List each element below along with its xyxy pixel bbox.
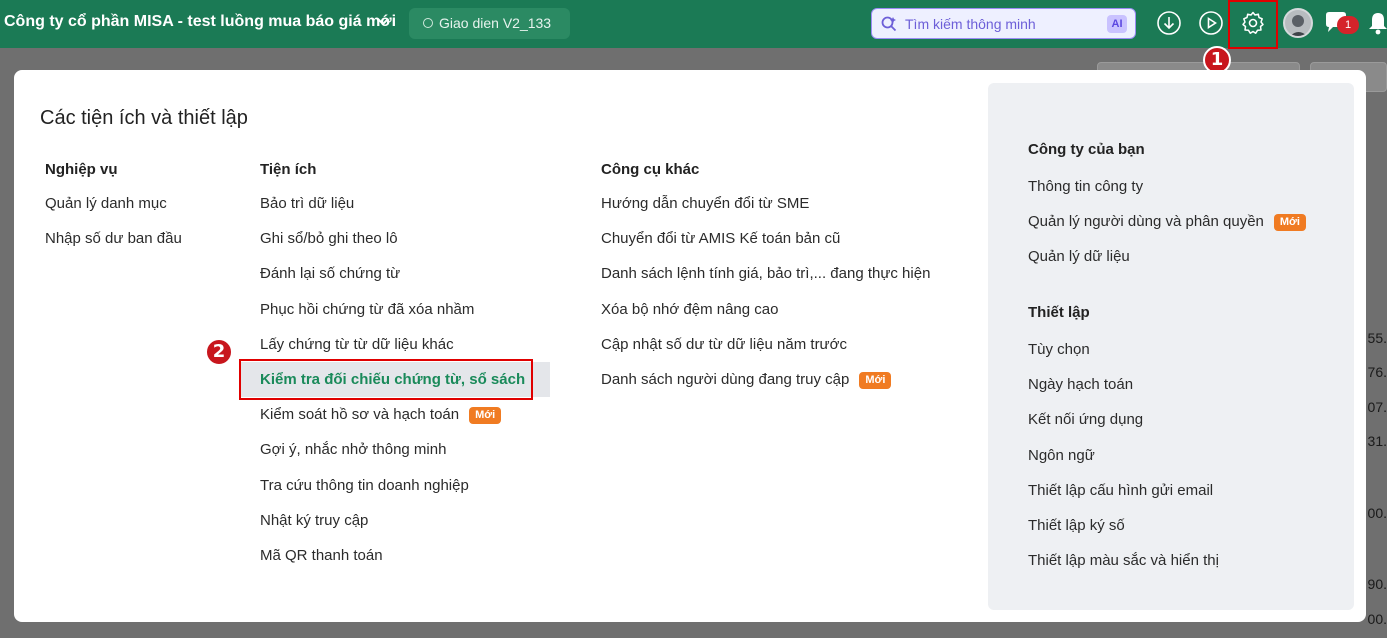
menu-item[interactable]: Nhật ký truy cập: [260, 512, 525, 548]
menu-item[interactable]: Quản lý danh mục: [45, 195, 182, 231]
menu-item-label: Kiểm soát hồ sơ và hạch toán: [260, 406, 460, 424]
menu-item[interactable]: Thiết lập ký số: [1028, 517, 1219, 553]
new-badge: Mới: [1273, 214, 1306, 232]
menu-item[interactable]: Bảo trì dữ liệu: [260, 195, 525, 231]
menu-item-label: Danh sách người dùng đang truy cập: [601, 370, 850, 388]
settings-section: Thiết lập Tùy chọn Ngày hạch toán Kết nố…: [1028, 305, 1219, 588]
top-bar: Công ty cổ phần MISA - test luồng mua bá…: [0, 0, 1387, 49]
column-tien-ich: Tiện ích Bảo trì dữ liệu Ghi sổ/bỏ ghi t…: [260, 162, 525, 583]
version-dot-icon: [423, 18, 433, 28]
section-heading: Thiết lập: [1028, 304, 1090, 321]
column-heading: Công cụ khác: [601, 161, 700, 178]
background-value: 07.: [1367, 399, 1387, 415]
menu-item[interactable]: Ghi sổ/bỏ ghi theo lô: [260, 231, 525, 266]
new-badge: Mới: [859, 371, 892, 389]
column-heading: Tiện ích: [260, 161, 317, 178]
menu-item[interactable]: Ngôn ngữ: [1028, 447, 1219, 483]
search-icon: [881, 16, 897, 32]
menu-item[interactable]: Danh sách lệnh tính giá, bảo trì,... đan…: [601, 266, 930, 301]
menu-item[interactable]: Gợi ý, nhắc nhở thông minh: [260, 442, 525, 477]
menu-item[interactable]: Mã QR thanh toán: [260, 547, 525, 583]
menu-item[interactable]: Chuyển đổi từ AMIS Kế toán bản cũ: [601, 231, 930, 266]
menu-item[interactable]: Lấy chứng từ từ dữ liệu khác: [260, 336, 525, 372]
chevron-down-icon[interactable]: [377, 13, 389, 29]
step-callout-2: 2: [205, 338, 233, 366]
menu-item-nguoi-dung-truy-cap[interactable]: Danh sách người dùng đang truy cập Mới: [601, 370, 930, 407]
column-heading: Nghiệp vụ: [45, 161, 118, 178]
menu-item-kiem-soat-ho-so[interactable]: Kiểm soát hồ sơ và hạch toán Mới: [260, 407, 525, 442]
menu-item[interactable]: Ngày hạch toán: [1028, 377, 1219, 412]
menu-item-quan-ly-nguoi-dung[interactable]: Quản lý người dùng và phân quyền Mới: [1028, 214, 1306, 249]
menu-item[interactable]: Tra cứu thông tin doanh nghiệp: [260, 477, 525, 513]
gear-highlight-box: [1228, 0, 1278, 49]
settings-panel: Công ty của bạn Thông tin công ty Quản l…: [988, 83, 1354, 610]
menu-item-label: Quản lý người dùng và phân quyền: [1028, 213, 1264, 231]
utilities-settings-modal: Các tiện ích và thiết lập Nghiệp vụ Quản…: [14, 70, 1366, 622]
section-heading: Công ty của bạn: [1028, 141, 1145, 158]
menu-item[interactable]: Xóa bộ nhớ đệm nâng cao: [601, 301, 930, 337]
notification-count-badge: 1: [1337, 16, 1359, 34]
menu-item[interactable]: Thông tin công ty: [1028, 178, 1306, 214]
new-badge: Mới: [469, 407, 502, 425]
ai-badge[interactable]: AI: [1107, 15, 1127, 33]
menu-item[interactable]: Tùy chọn: [1028, 341, 1219, 377]
smart-search-input[interactable]: Tìm kiếm thông minh AI: [871, 8, 1136, 39]
background-value: 31.: [1367, 433, 1387, 449]
column-cong-cu-khac: Công cụ khác Hướng dẫn chuyển đổi từ SME…: [601, 162, 930, 407]
play-icon[interactable]: [1198, 10, 1224, 36]
menu-item[interactable]: Thiết lập cấu hình gửi email: [1028, 482, 1219, 518]
modal-title: Các tiện ích và thiết lập: [40, 107, 248, 129]
menu-item[interactable]: Quản lý dữ liệu: [1028, 249, 1306, 284]
menu-item-kiem-tra-doi-chieu[interactable]: Kiểm tra đối chiếu chứng từ, sổ sách: [260, 371, 525, 407]
background-value: 90.: [1367, 576, 1387, 592]
menu-item[interactable]: Hướng dẫn chuyển đổi từ SME: [601, 195, 930, 231]
bell-icon[interactable]: [1366, 10, 1387, 36]
version-label: Giao dien V2_133: [439, 15, 552, 31]
background-value: 00.: [1367, 505, 1387, 521]
background-value: 00.: [1367, 611, 1387, 627]
menu-item[interactable]: Phục hồi chứng từ đã xóa nhầm: [260, 301, 525, 337]
menu-item[interactable]: Cập nhật số dư từ dữ liệu năm trước: [601, 336, 930, 372]
version-selector[interactable]: Giao dien V2_133: [409, 8, 570, 39]
column-nghiep-vu: Nghiệp vụ Quản lý danh mục Nhập số dư ba…: [45, 162, 182, 266]
menu-item[interactable]: Thiết lập màu sắc và hiển thị: [1028, 553, 1219, 588]
menu-item[interactable]: Nhập số dư ban đầu: [45, 231, 182, 266]
menu-item[interactable]: Đánh lại số chứng từ: [260, 266, 525, 301]
menu-item[interactable]: Kết nối ứng dụng: [1028, 412, 1219, 447]
search-placeholder: Tìm kiếm thông minh: [905, 16, 1036, 32]
avatar[interactable]: [1283, 8, 1313, 38]
download-icon[interactable]: [1156, 10, 1182, 36]
company-section: Công ty của bạn Thông tin công ty Quản l…: [1028, 142, 1306, 285]
background-value: 55.: [1367, 330, 1387, 346]
background-value: 76.: [1367, 364, 1387, 380]
company-name[interactable]: Công ty cổ phần MISA - test luồng mua bá…: [4, 13, 396, 31]
